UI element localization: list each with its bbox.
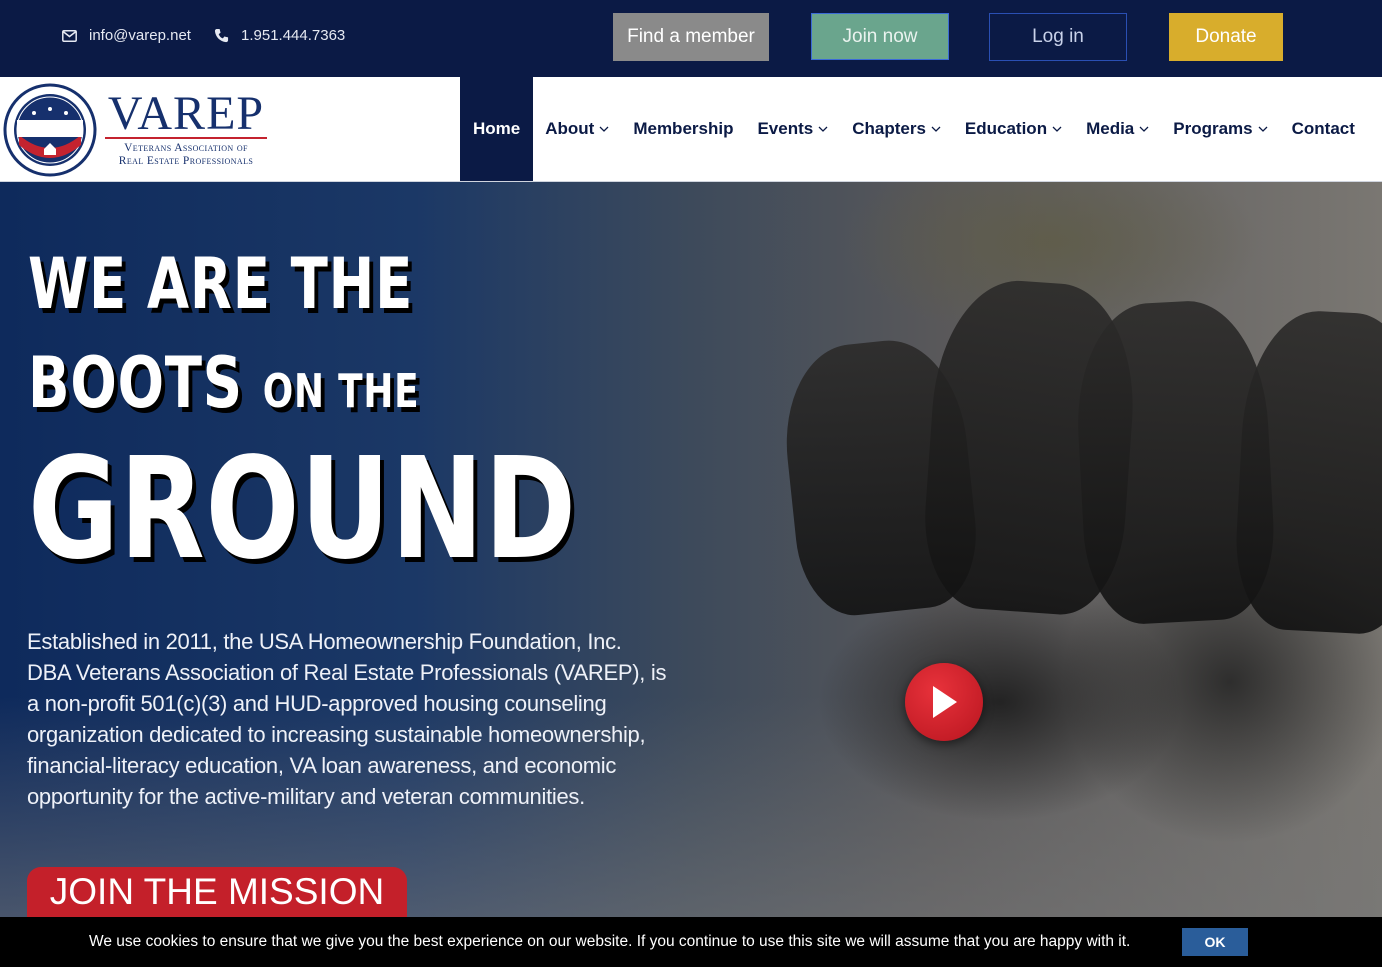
nav-item-contact[interactable]: Contact (1280, 77, 1367, 181)
join-now-button[interactable]: Join now (811, 13, 949, 60)
hero-heading-line-3: GROUND (28, 428, 577, 591)
nav-label: About (545, 119, 595, 138)
menu-bar: Home About Membership Events Chapters Ed… (460, 77, 1367, 181)
email-text: info@varep.net (89, 27, 191, 44)
phone-link[interactable]: 1.951.444.7363 (214, 27, 345, 44)
chevron-down-icon (1258, 126, 1268, 132)
nav-item-chapters[interactable]: Chapters (840, 77, 953, 181)
email-link[interactable]: info@varep.net (62, 27, 191, 44)
nav-label: Education (964, 119, 1048, 138)
chevron-down-icon (1052, 126, 1062, 132)
phone-text: 1.951.444.7363 (241, 27, 346, 44)
nav-item-about[interactable]: About (533, 77, 621, 181)
join-the-mission-button[interactable]: JOIN THE MISSION (27, 867, 407, 917)
logo-wordmark: VAREP (107, 87, 265, 140)
boot-shape (1231, 307, 1382, 637)
logo-subtitle-1: Veterans Association of (124, 142, 248, 154)
phone-icon (214, 28, 229, 43)
logo-subtitle-2: Real Estate Professionals (118, 155, 254, 167)
nav-label: Media (1086, 119, 1135, 138)
donate-button[interactable]: Donate (1169, 13, 1283, 61)
hero-banner: WE ARE THE BOOTS ON THE GROUND Establish… (0, 182, 1382, 917)
nav-label: Contact (1291, 119, 1355, 138)
nav-label: Home (473, 119, 521, 138)
find-member-button[interactable]: Find a member (613, 13, 769, 61)
chevron-down-icon (931, 126, 941, 132)
nav-item-programs[interactable]: Programs (1161, 77, 1279, 181)
nav-item-events[interactable]: Events (745, 77, 840, 181)
nav-item-education[interactable]: Education (953, 77, 1074, 181)
log-in-button[interactable]: Log in (989, 13, 1127, 61)
hero-heading-line-1: WE ARE THE (28, 243, 414, 325)
hero-heading-on-the: ON THE (262, 364, 420, 418)
play-video-button[interactable] (905, 663, 983, 741)
chevron-down-icon (599, 126, 609, 132)
nav-label: Membership (633, 119, 734, 138)
nav-item-membership[interactable]: Membership (621, 77, 745, 181)
cookie-ok-button[interactable]: OK (1182, 928, 1248, 956)
nav-label: Chapters (852, 119, 926, 138)
chevron-down-icon (1139, 126, 1149, 132)
chevron-down-icon (818, 126, 828, 132)
varep-seal-icon (3, 83, 97, 177)
site-logo[interactable]: VAREP Veterans Association of Real Estat… (3, 83, 273, 177)
logo-divider (105, 137, 267, 139)
cookie-banner: We use cookies to ensure that we give yo… (0, 917, 1382, 967)
hero-intro-text: Established in 2011, the USA Homeownersh… (27, 629, 667, 809)
hero-heading-boots: BOOTS (28, 342, 243, 424)
nav-item-media[interactable]: Media (1074, 77, 1161, 181)
envelope-icon (62, 29, 77, 42)
cookie-message: We use cookies to ensure that we give yo… (89, 933, 1131, 950)
nav-label: Programs (1173, 119, 1253, 138)
hero-heading-line-2: BOOTS ON THE (28, 347, 419, 427)
nav-label: Events (757, 119, 814, 138)
main-navigation: VAREP Veterans Association of Real Estat… (0, 77, 1382, 182)
top-bar: info@varep.net 1.951.444.7363 Find a mem… (0, 0, 1382, 77)
nav-item-home[interactable]: Home (460, 77, 534, 181)
play-icon (933, 686, 957, 718)
